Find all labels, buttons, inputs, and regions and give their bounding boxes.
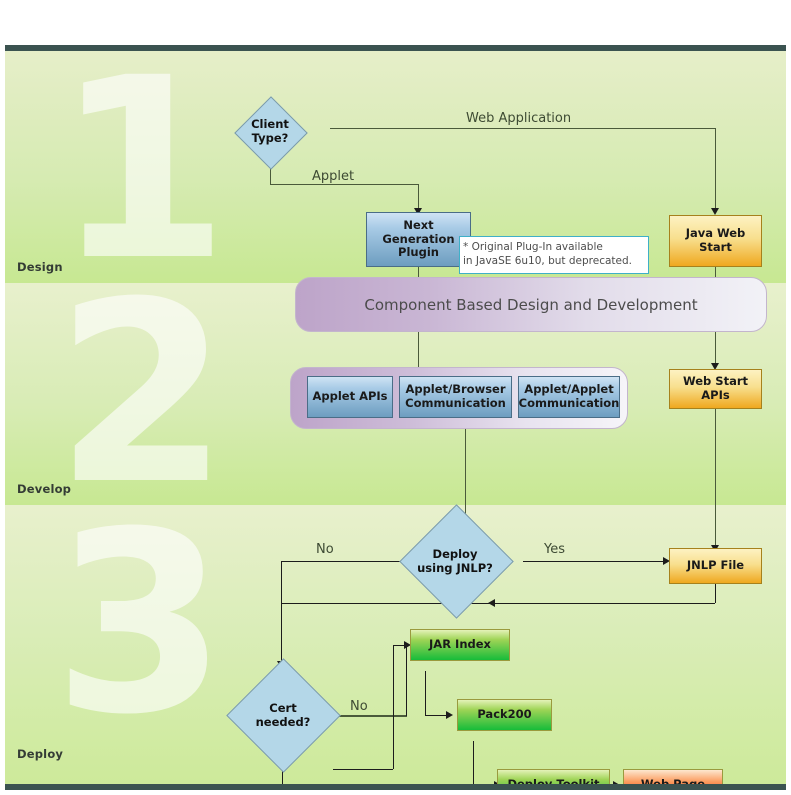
node-web-start-apis[interactable]: Web Start APIs: [669, 369, 762, 409]
band-number-2: 2: [55, 248, 229, 539]
diagram-canvas: 1 Design 2 Develop 3 Deploy Web Applicat…: [0, 0, 791, 795]
edge-pack200-right: [473, 785, 497, 786]
edge-label-jnlp-yes: Yes: [544, 542, 565, 557]
band-label-deploy: Deploy: [17, 747, 64, 761]
arrowhead-web-page: [613, 781, 620, 784]
diagram-frame: 1 Design 2 Develop 3 Deploy Web Applicat…: [5, 45, 786, 790]
band-label-design: Design: [17, 260, 63, 274]
arrowhead-pack200: [446, 711, 453, 719]
edge-cert-no-up: [406, 645, 407, 716]
edge-applet-right: [270, 184, 418, 185]
edge-toolkit-webpage: [592, 785, 615, 786]
edge-jnlpfile-down: [715, 584, 716, 603]
note-original-plugin: * Original Plug-In available in JavaSE 6…: [459, 236, 649, 274]
node-client-type[interactable]: Client Type?: [218, 96, 322, 170]
node-jnlp-file[interactable]: JNLP File: [669, 548, 762, 584]
edge-client-to-webapp: [330, 128, 716, 129]
band-number-1: 1: [55, 45, 229, 315]
edge-jnlp-yes: [523, 561, 666, 562]
edge-webapp-down: [715, 128, 716, 211]
arrowhead-jnlpfile-back: [488, 599, 495, 607]
node-java-web-start[interactable]: Java Web Start: [669, 215, 762, 267]
node-applet-applet-communication[interactable]: Applet/Applet Communication: [518, 376, 620, 418]
node-next-generation-plugin[interactable]: Next Generation Plugin: [366, 212, 471, 267]
arrowhead-webapp: [711, 208, 719, 215]
node-applet-browser-communication[interactable]: Applet/Browser Communication: [399, 376, 512, 418]
edge-applet-down: [418, 184, 419, 211]
node-web-page[interactable]: Web Page: [623, 769, 723, 784]
edge-certificate-right: [333, 769, 393, 770]
edge-wsapis-down: [715, 409, 716, 552]
node-jar-index[interactable]: JAR Index: [410, 629, 510, 661]
edge-certificate-up: [393, 645, 394, 769]
node-component-based-design[interactable]: Component Based Design and Development: [295, 277, 767, 332]
node-pack200[interactable]: Pack200: [457, 699, 552, 731]
node-label-cert-needed: Cert needed?: [255, 700, 311, 729]
edge-pack200-down: [473, 741, 474, 784]
band-label-develop: Develop: [17, 482, 72, 496]
edge-label-jnlp-no: No: [316, 542, 334, 557]
node-applet-apis[interactable]: Applet APIs: [307, 376, 393, 418]
edge-label-applet: Applet: [312, 169, 355, 184]
edge-label-web-application: Web Application: [466, 111, 572, 126]
node-label-deploy-jnlp: Deploy using JNLP?: [417, 546, 493, 575]
node-deploy-using-jnlp[interactable]: Deploy using JNLP?: [385, 504, 525, 619]
band-number-3: 3: [53, 478, 227, 769]
edge-jnlpfile-back: [281, 603, 715, 604]
edge-jarindex-down: [425, 671, 426, 715]
node-label-client-type: Client Type?: [251, 117, 289, 145]
edge-jnlp-no-down: [281, 561, 282, 665]
node-deploy-toolkit[interactable]: Deploy Toolkit: [497, 769, 610, 784]
node-cert-needed[interactable]: Cert needed?: [213, 658, 353, 773]
